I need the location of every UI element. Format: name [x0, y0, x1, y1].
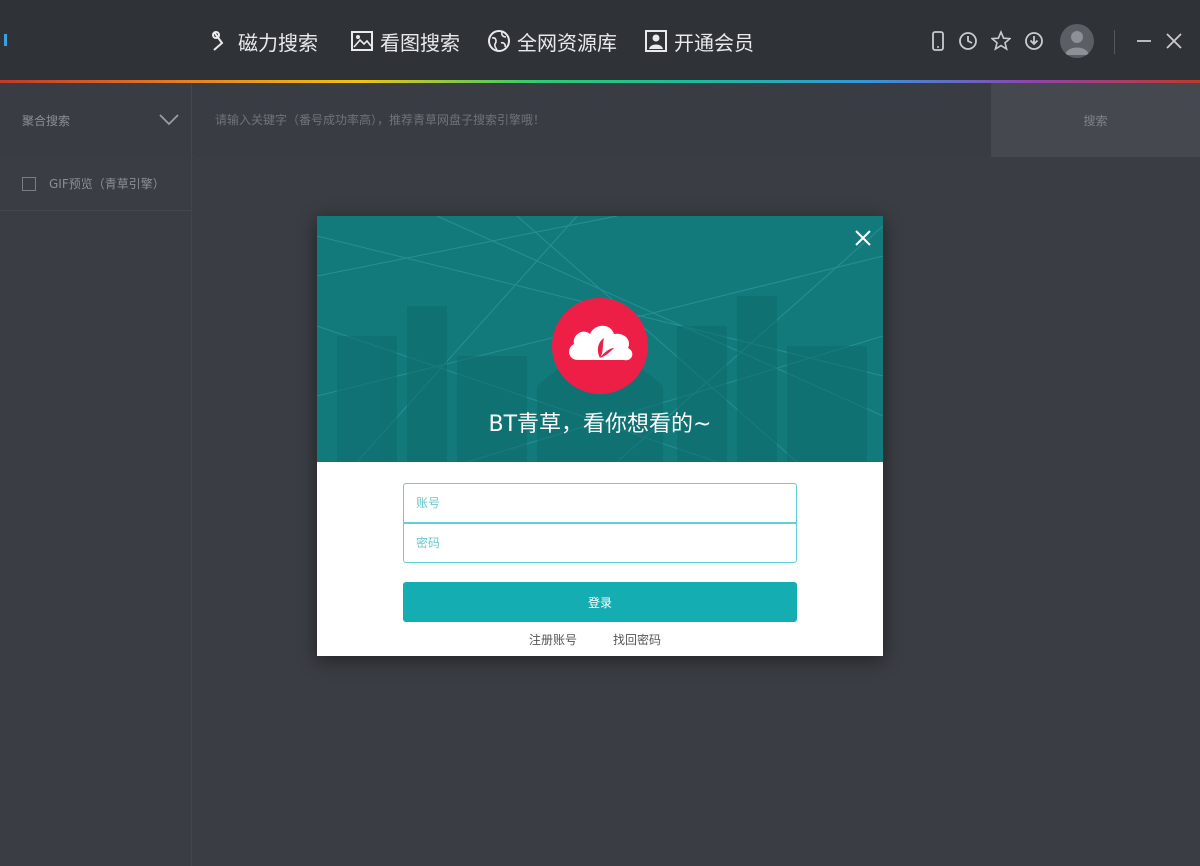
- login-button[interactable]: 登录: [403, 582, 797, 622]
- bt-qingcao-logo-icon: [552, 298, 648, 394]
- image-search-icon: [350, 29, 374, 53]
- register-account-link[interactable]: 注册账号: [529, 631, 577, 648]
- minimize-icon[interactable]: [1134, 30, 1154, 52]
- nav-global-resources[interactable]: 全网资源库: [487, 24, 617, 58]
- download-icon[interactable]: [1024, 30, 1044, 52]
- account-field[interactable]: [403, 483, 797, 523]
- nav-label: 全网资源库: [517, 30, 617, 55]
- gif-preview-option[interactable]: GIF预览（青草引擎）: [0, 157, 192, 211]
- nav-label: 看图搜索: [380, 30, 460, 55]
- nav-label: 开通会员: [674, 30, 754, 55]
- member-card-icon: [644, 29, 668, 53]
- login-dialog: BT青草，看你想看的~ 登录 注册账号 找回密码: [317, 216, 883, 656]
- sidebar: GIF预览（青草引擎）: [0, 157, 192, 866]
- nav-image-search[interactable]: 看图搜索: [350, 24, 460, 58]
- chevron-down-icon: [158, 111, 180, 127]
- user-avatar[interactable]: [1060, 24, 1094, 58]
- globe-icon: [487, 29, 511, 53]
- gif-preview-label: GIF预览（青草引擎）: [49, 177, 165, 191]
- top-bar: 磁力搜索 看图搜索 全网资源库 开通会员: [0, 0, 1200, 80]
- dialog-slogan: BT青草，看你想看的~: [488, 412, 712, 437]
- favorite-star-icon[interactable]: [991, 30, 1011, 52]
- nav-open-membership[interactable]: 开通会员: [644, 24, 754, 58]
- search-mode-dropdown[interactable]: 聚合搜索: [0, 83, 192, 157]
- mobile-icon[interactable]: [928, 30, 948, 52]
- close-icon[interactable]: [1164, 30, 1184, 52]
- forgot-password-link[interactable]: 找回密码: [613, 631, 661, 648]
- password-field[interactable]: [403, 523, 797, 563]
- search-mode-label: 聚合搜索: [22, 114, 71, 128]
- gif-preview-checkbox[interactable]: [22, 176, 36, 191]
- search-input[interactable]: [193, 83, 991, 157]
- dialog-close-icon[interactable]: [853, 228, 873, 248]
- nav-magnet-search[interactable]: 磁力搜索: [208, 24, 318, 58]
- login-dialog-header: BT青草，看你想看的~: [317, 216, 883, 462]
- toolbar-divider: [1114, 30, 1115, 54]
- app-logo-mark: [4, 34, 7, 46]
- magnet-search-icon: [208, 29, 232, 53]
- nav-label: 磁力搜索: [238, 30, 318, 55]
- search-button[interactable]: 搜索: [991, 83, 1200, 157]
- history-clock-icon[interactable]: [958, 30, 978, 52]
